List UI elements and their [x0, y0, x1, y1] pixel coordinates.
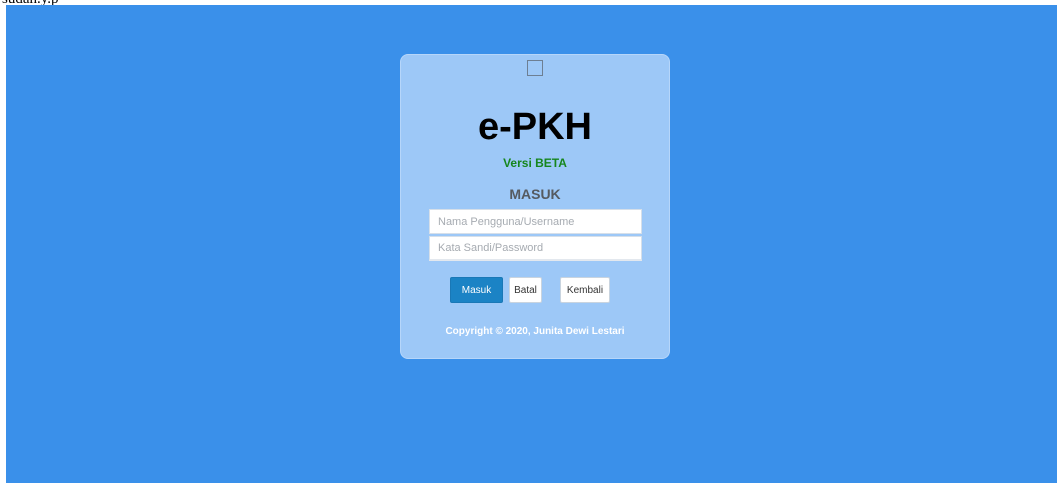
- version-label: Versi BETA: [503, 156, 567, 170]
- broken-image-icon: [527, 60, 543, 76]
- copyright-text: Copyright © 2020, Junita Dewi Lestari: [445, 326, 625, 337]
- password-input[interactable]: [429, 236, 642, 261]
- login-card: e-PKH Versi BETA MASUK Masuk Batal Kemba…: [400, 54, 670, 359]
- login-button[interactable]: Masuk: [450, 277, 503, 303]
- login-heading: MASUK: [509, 186, 561, 202]
- login-page-background: e-PKH Versi BETA MASUK Masuk Batal Kemba…: [6, 5, 1057, 483]
- back-button[interactable]: Kembali: [560, 277, 610, 303]
- username-input[interactable]: [429, 209, 642, 234]
- cancel-button[interactable]: Batal: [509, 277, 542, 303]
- app-title: e-PKH: [477, 106, 593, 148]
